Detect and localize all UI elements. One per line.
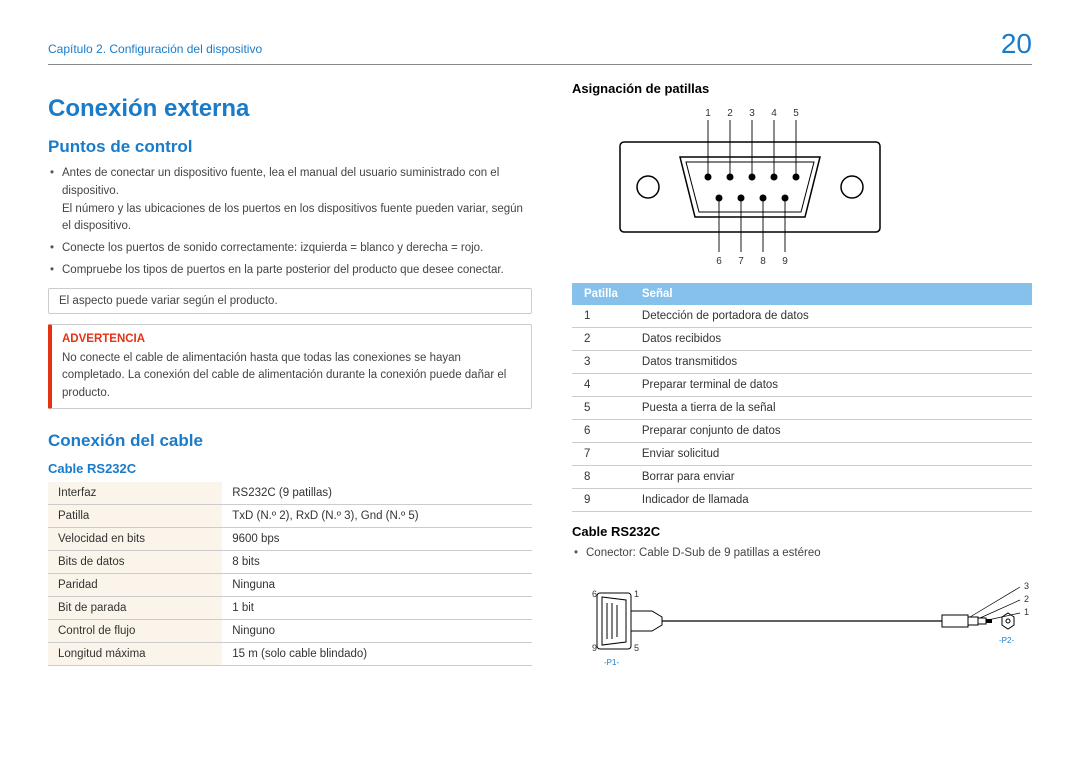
label-9: 9 — [592, 643, 597, 653]
spec-key: Control de flujo — [48, 619, 222, 642]
chapter-label: Capítulo 2. Configuración del dispositiv… — [48, 28, 262, 56]
section-puntos-de-control: Puntos de control — [48, 137, 532, 157]
pin-signal: Enviar solicitud — [630, 443, 1032, 466]
pin-table: Patilla Señal 1Detección de portadora de… — [572, 283, 1032, 512]
pin-signal: Puesta a tierra de la señal — [630, 397, 1032, 420]
note-box: El aspecto puede variar según el product… — [48, 288, 532, 314]
table-row: Bit de parada1 bit — [48, 596, 532, 619]
cable-bullet-list: Conector: Cable D-Sub de 9 patillas a es… — [572, 545, 1032, 563]
control-points-list: Antes de conectar un dispositivo fuente,… — [48, 165, 532, 280]
pin-signal: Borrar para enviar — [630, 466, 1032, 489]
label-j2: 2 — [1024, 594, 1029, 604]
label-1: 1 — [634, 589, 639, 599]
list-item: Conector: Cable D-Sub de 9 patillas a es… — [586, 545, 1032, 563]
pin-number: 1 — [572, 305, 630, 328]
svg-text:6: 6 — [716, 256, 722, 267]
pin-signal: Datos recibidos — [630, 328, 1032, 351]
spec-key: Longitud máxima — [48, 642, 222, 665]
spec-table: InterfazRS232C (9 patillas)PatillaTxD (N… — [48, 482, 532, 666]
svg-text:5: 5 — [793, 108, 799, 119]
table-row: 8Borrar para enviar — [572, 466, 1032, 489]
spec-key: Velocidad en bits — [48, 527, 222, 550]
spec-key: Paridad — [48, 573, 222, 596]
list-item: Conecte los puertos de sonido correctame… — [62, 240, 532, 258]
pin-header-patilla: Patilla — [572, 283, 630, 305]
table-row: 5Puesta a tierra de la señal — [572, 397, 1032, 420]
section-conexion-cable: Conexión del cable — [48, 431, 532, 451]
table-row: 3Datos transmitidos — [572, 351, 1032, 374]
table-row: 6Preparar conjunto de datos — [572, 420, 1032, 443]
table-row: 4Preparar terminal de datos — [572, 374, 1032, 397]
subsection-cable-rs232c: Cable RS232C — [48, 461, 532, 476]
table-row: PatillaTxD (N.º 2), RxD (N.º 3), Gnd (N.… — [48, 504, 532, 527]
pin-signal: Indicador de llamada — [630, 489, 1032, 512]
table-row: 7Enviar solicitud — [572, 443, 1032, 466]
list-text: Antes de conectar un dispositivo fuente,… — [62, 167, 499, 197]
spec-value: RS232C (9 patillas) — [222, 482, 532, 505]
spec-key: Bits de datos — [48, 550, 222, 573]
db9-connector-diagram: 1 2 3 4 5 6 7 8 9 — [600, 102, 1032, 275]
pin-number: 3 — [572, 351, 630, 374]
table-row: Longitud máxima15 m (solo cable blindado… — [48, 642, 532, 665]
warning-title: ADVERTENCIA — [62, 331, 521, 348]
pin-signal: Datos transmitidos — [630, 351, 1032, 374]
spec-value: 8 bits — [222, 550, 532, 573]
spec-key: Bit de parada — [48, 596, 222, 619]
label-5: 5 — [634, 643, 639, 653]
pin-signal: Preparar conjunto de datos — [630, 420, 1032, 443]
table-row: ParidadNinguna — [48, 573, 532, 596]
spec-value: 1 bit — [222, 596, 532, 619]
list-text: El número y las ubicaciones de los puert… — [62, 201, 532, 237]
table-row: 9Indicador de llamada — [572, 489, 1032, 512]
svg-text:7: 7 — [738, 256, 744, 267]
left-column: Conexión externa Puntos de control Antes… — [48, 77, 532, 676]
label-6: 6 — [592, 589, 597, 599]
svg-text:8: 8 — [760, 256, 766, 267]
pin-number: 9 — [572, 489, 630, 512]
cable-diagram: 6 9 1 5 -P1- -P2- — [572, 573, 1032, 676]
pin-number: 7 — [572, 443, 630, 466]
spec-value: TxD (N.º 2), RxD (N.º 3), Gnd (N.º 5) — [222, 504, 532, 527]
pin-number: 8 — [572, 466, 630, 489]
svg-text:1: 1 — [705, 108, 711, 119]
table-row: 1Detección de portadora de datos — [572, 305, 1032, 328]
warning-box: ADVERTENCIA No conecte el cable de alime… — [48, 324, 532, 409]
pin-header-senal: Señal — [630, 283, 1032, 305]
pin-number: 4 — [572, 374, 630, 397]
warning-body: No conecte el cable de alimentación hast… — [62, 352, 506, 399]
svg-text:9: 9 — [782, 256, 788, 267]
table-row: Velocidad en bits9600 bps — [48, 527, 532, 550]
spec-value: Ninguno — [222, 619, 532, 642]
list-item: Compruebe los tipos de puertos en la par… — [62, 262, 532, 280]
content-columns: Conexión externa Puntos de control Antes… — [48, 77, 1032, 676]
label-p2: -P2- — [999, 636, 1014, 645]
cable-rs232c-title: Cable RS232C — [572, 524, 1032, 539]
svg-text:3: 3 — [749, 108, 755, 119]
spec-value: 9600 bps — [222, 527, 532, 550]
spec-key: Interfaz — [48, 482, 222, 505]
pin-signal: Preparar terminal de datos — [630, 374, 1032, 397]
label-p1: -P1- — [604, 658, 619, 667]
svg-text:4: 4 — [771, 108, 777, 119]
pin-number: 5 — [572, 397, 630, 420]
table-row: Control de flujoNinguno — [48, 619, 532, 642]
pin-number: 2 — [572, 328, 630, 351]
page-number: 20 — [1001, 28, 1032, 60]
spec-value: Ninguna — [222, 573, 532, 596]
page-header: Capítulo 2. Configuración del dispositiv… — [48, 28, 1032, 65]
list-item: Antes de conectar un dispositivo fuente,… — [62, 165, 532, 236]
svg-text:2: 2 — [727, 108, 733, 119]
page-title: Conexión externa — [48, 95, 532, 123]
table-row: 2Datos recibidos — [572, 328, 1032, 351]
pin-signal: Detección de portadora de datos — [630, 305, 1032, 328]
spec-value: 15 m (solo cable blindado) — [222, 642, 532, 665]
table-row: InterfazRS232C (9 patillas) — [48, 482, 532, 505]
label-j3: 3 — [1024, 581, 1029, 591]
spec-key: Patilla — [48, 504, 222, 527]
pin-assignment-title: Asignación de patillas — [572, 81, 1032, 96]
right-column: Asignación de patillas 12345 6789 — [572, 77, 1032, 676]
table-row: Bits de datos8 bits — [48, 550, 532, 573]
label-j1: 1 — [1024, 607, 1029, 617]
pin-number: 6 — [572, 420, 630, 443]
